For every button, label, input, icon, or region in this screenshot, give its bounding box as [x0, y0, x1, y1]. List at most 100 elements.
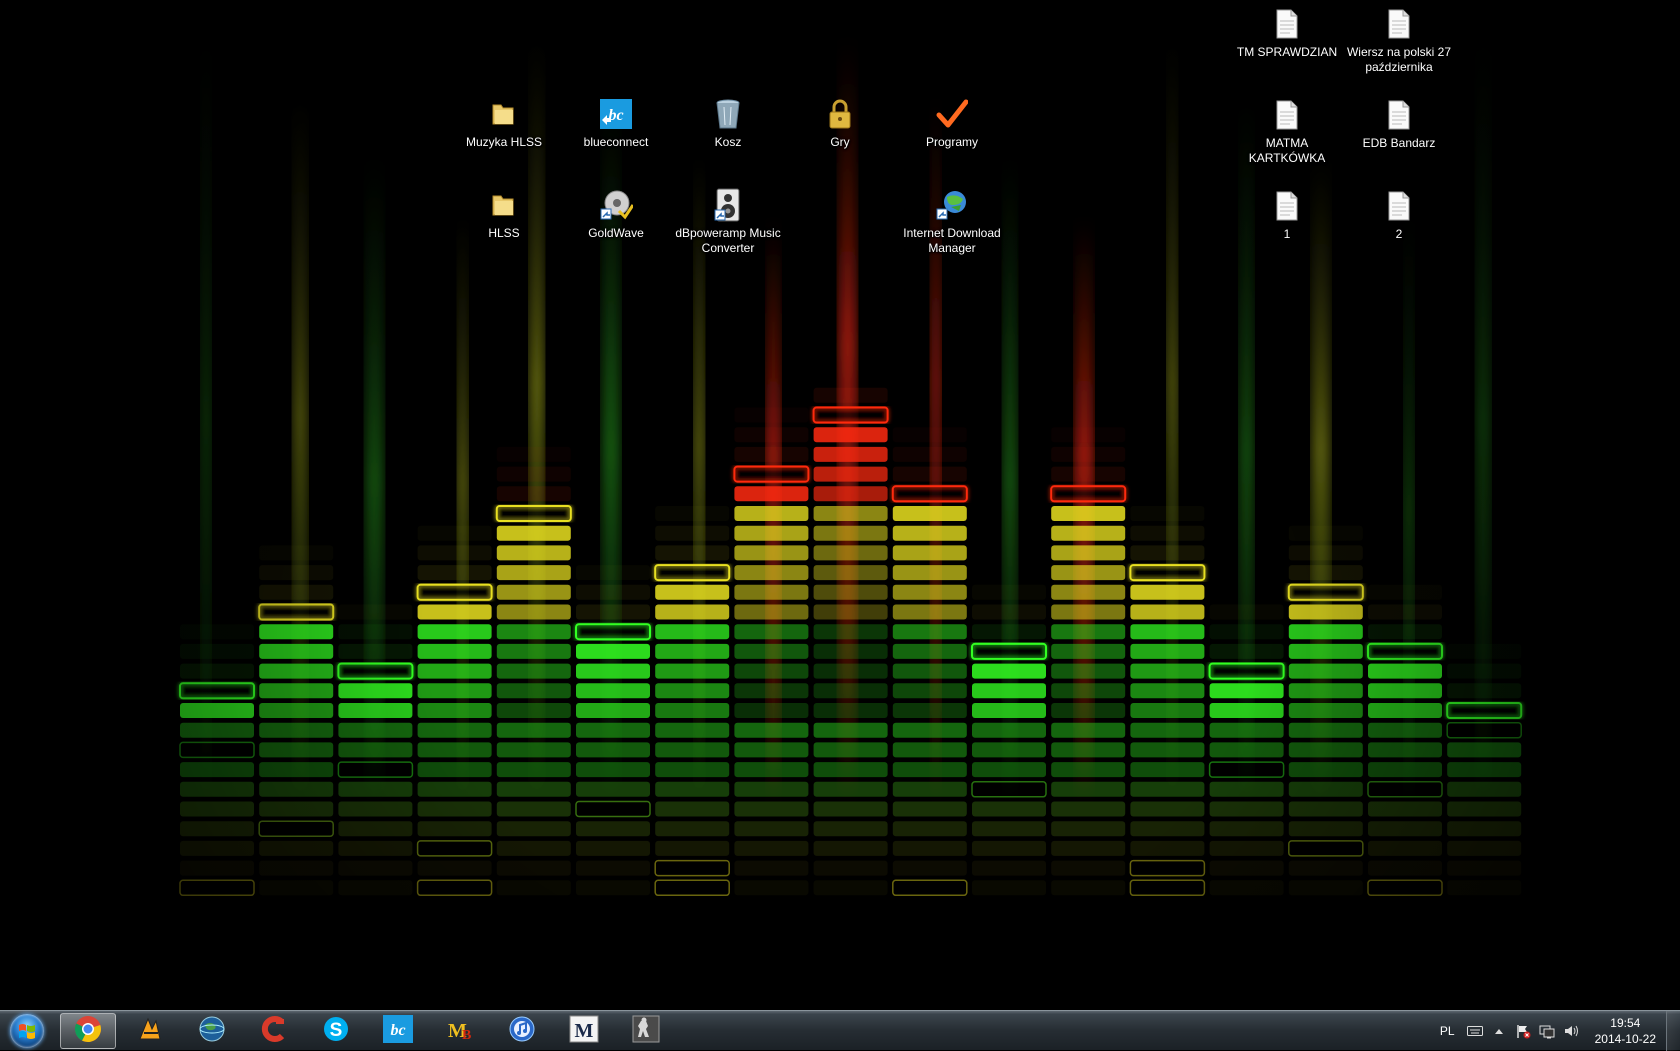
eq-ghost-segment [972, 604, 1046, 620]
eq-reflection-segment [1288, 722, 1363, 738]
eq-reflection-segment [259, 742, 334, 758]
eq-reflection-segment [1368, 840, 1442, 856]
eq-segment [734, 545, 809, 561]
eq-reflection-segment [1209, 801, 1284, 817]
eq-segment [655, 584, 730, 600]
taskbar-app-ccleaner[interactable] [246, 1013, 302, 1049]
eq-reflection-segment [1288, 781, 1363, 797]
eq-reflection-segment [576, 821, 650, 837]
eq-ghost-segment [1447, 644, 1521, 659]
desktop-icon-label: MATMA KARTKÓWKA [1248, 136, 1326, 165]
start-button[interactable] [4, 1012, 50, 1050]
desktop-icon-doc-2[interactable]: 2 [1344, 188, 1454, 242]
eq-segment [813, 703, 888, 718]
eq-ghost-segment [417, 565, 492, 581]
eq-reflection-segment [1288, 762, 1363, 778]
eq-ghost-segment [1288, 545, 1363, 561]
desktop-icon-doc-1[interactable]: 1 [1232, 188, 1342, 242]
eq-reflection-segment [179, 879, 255, 897]
desktop-icon-label: dBpoweramp Music Converter [675, 226, 781, 255]
eq-reflection-segment [338, 821, 413, 837]
language-indicator[interactable]: PL [1440, 1024, 1455, 1038]
eq-segment [655, 624, 730, 640]
eq-reflection-segment [734, 821, 809, 837]
eq-ghost-segment [734, 427, 809, 443]
taskbar-app-m[interactable]: M [556, 1013, 612, 1049]
eq-reflection-segment [972, 880, 1046, 896]
desktop-icon-label: HLSS [488, 226, 520, 240]
eq-segment [1288, 643, 1363, 659]
eq-reflection-segment [1130, 722, 1205, 738]
eq-reflection-segment [1447, 840, 1522, 856]
eq-reflection-segment [892, 742, 967, 758]
eq-reflection-segment [417, 801, 492, 817]
volume-icon[interactable] [1563, 1023, 1579, 1039]
eq-reflection-segment [1209, 860, 1284, 876]
show-hidden-icons-arrow-icon[interactable] [1491, 1023, 1507, 1039]
action-center-flag-icon[interactable] [1515, 1023, 1531, 1039]
taskbar-app-earth[interactable] [184, 1013, 240, 1049]
desktop-icon-programy[interactable]: Programy [897, 96, 1007, 150]
eq-reflection-segment [1288, 880, 1363, 896]
eq-segment [813, 466, 888, 482]
taskbar-app-mb[interactable]: MB [432, 1013, 488, 1049]
eq-segment [1288, 663, 1363, 679]
eq-segment [1368, 703, 1442, 718]
eq-segment [655, 683, 730, 699]
keyboard-icon[interactable] [1466, 1023, 1483, 1039]
desktop[interactable]: Muzyka HLSS bc blueconnect Kosz Gry Prog… [0, 0, 1680, 1010]
show-desktop-button[interactable] [1666, 1011, 1680, 1051]
desktop-icon-wiersz[interactable]: Wiersz na polski 27 października [1344, 6, 1454, 75]
desktop-icon-tm-sprawdzian[interactable]: TM SPRAWDZIAN [1232, 6, 1342, 60]
taskbar-app-winamp[interactable] [122, 1013, 178, 1049]
eq-reflection-segment [1367, 879, 1443, 897]
taskbar-app-music[interactable] [494, 1013, 550, 1049]
eq-reflection-segment [1288, 742, 1363, 758]
eq-segment [972, 663, 1046, 679]
eq-segment [1130, 703, 1205, 718]
eq-reflection-segment [1209, 781, 1284, 797]
desktop-icon-idm[interactable]: Internet Download Manager [897, 187, 1007, 256]
taskbar-app-skype[interactable]: S [308, 1013, 364, 1049]
eq-ghost-segment [1051, 446, 1126, 462]
eq-reflection-segment [1288, 840, 1364, 857]
network-icon[interactable] [1539, 1023, 1555, 1039]
eq-reflection-segment [180, 722, 254, 738]
desktop-icon-muzyka-hlss[interactable]: Muzyka HLSS [449, 96, 559, 150]
eq-reflection-segment [1130, 742, 1205, 758]
clock[interactable]: 19:54 2014-10-22 [1595, 1015, 1656, 1047]
desktop-icon-dbpoweramp[interactable]: dBpoweramp Music Converter [673, 187, 783, 256]
winamp-icon [136, 1015, 164, 1048]
eq-reflection-segment [1368, 722, 1442, 738]
eq-ghost-segment [1289, 526, 1363, 541]
eq-segment [1368, 683, 1442, 699]
desktop-icon-hlss[interactable]: HLSS [449, 187, 559, 241]
eq-reflection-segment [1288, 821, 1363, 837]
desktop-icon-kosz[interactable]: Kosz [673, 96, 783, 150]
eq-reflection-segment [259, 762, 334, 778]
eq-reflection-segment [496, 880, 571, 896]
desktop-icon-goldwave[interactable]: GoldWave [561, 187, 671, 241]
eq-ghost-segment [1210, 605, 1284, 620]
eq-segment [1051, 643, 1126, 659]
eq-segment [1051, 565, 1126, 581]
taskbar-app-counter-strike[interactable] [618, 1013, 674, 1049]
eq-segment [1209, 683, 1284, 699]
goldwave-icon [598, 187, 634, 223]
eq-ghost-segment [1368, 624, 1442, 640]
desktop-icon-matma[interactable]: MATMA KARTKÓWKA [1232, 97, 1342, 166]
eq-ghost-segment [497, 447, 571, 462]
eq-reflection-segment [1447, 860, 1522, 876]
eq-reflection-segment [496, 840, 571, 856]
desktop-icon-gry[interactable]: Gry [785, 96, 895, 150]
taskbar-app-blueconnect[interactable]: bc [370, 1013, 426, 1049]
eq-segment [892, 643, 967, 659]
desktop-icon-edb[interactable]: EDB Bandarz [1344, 97, 1454, 151]
eq-ghost-segment [338, 605, 412, 620]
eq-reflection-segment [496, 781, 571, 797]
taskbar-app-chrome[interactable] [60, 1013, 116, 1049]
eq-reflection-segment [972, 801, 1046, 817]
desktop-icon-blueconnect[interactable]: bc blueconnect [561, 96, 671, 150]
eq-segment [892, 565, 967, 581]
eq-reflection-segment [1209, 722, 1284, 738]
